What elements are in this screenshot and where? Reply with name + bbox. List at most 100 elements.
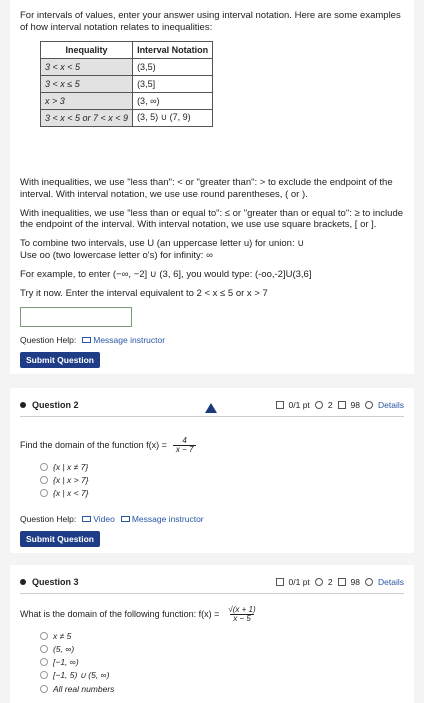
fraction: √(x + 1) x − 5 — [225, 604, 258, 623]
choice-label: x ≠ 5 — [53, 630, 72, 641]
envelope-icon — [82, 336, 92, 343]
video-link[interactable]: Video — [82, 514, 115, 524]
score-icon — [275, 577, 284, 586]
choice-label: {x | x > 7} — [53, 474, 89, 485]
choice-option[interactable]: (5, ∞) — [40, 644, 404, 654]
interval-cell: (3, ∞) — [132, 91, 214, 110]
inequality-cell: x > 3 — [39, 91, 134, 110]
choice-label: (5, ∞) — [53, 643, 75, 654]
numerator: 4 — [182, 435, 187, 445]
choice-option[interactable]: All real numbers — [40, 684, 404, 694]
choice-option[interactable]: x ≠ 5 — [40, 631, 404, 641]
inequality-cell: 3 < x < 5 — [39, 57, 134, 76]
score: 0/1 pt — [288, 576, 310, 587]
tries-icon — [337, 577, 346, 586]
interval-cell: (3,5] — [132, 74, 214, 93]
interval-cell: (3,5) — [132, 57, 214, 76]
envelope-icon — [120, 515, 130, 522]
video-label: Video — [93, 513, 115, 524]
choice-option[interactable]: [−1, 5) ∪ (5, ∞) — [40, 670, 404, 681]
radio-button[interactable] — [40, 657, 48, 666]
choice-label: {x | x < 7} — [53, 487, 89, 498]
question-3: Question 3 0/1 pt 2 98 Details What is t… — [10, 564, 414, 703]
tries: 98 — [350, 399, 361, 410]
choice-label: [−1, ∞) — [53, 656, 79, 667]
details-link[interactable]: Details — [378, 577, 404, 587]
instruction-exclude: With inequalities, we use "less than": <… — [20, 176, 393, 200]
intro-text: For intervals of values, enter your answ… — [20, 10, 401, 33]
score: 0/1 pt — [288, 399, 310, 410]
question-title-wrap: Question 3 — [20, 577, 79, 587]
bullet-icon — [20, 401, 26, 408]
choice-option[interactable]: {x | x ≠ 7} — [40, 462, 404, 472]
radio-button[interactable] — [40, 671, 48, 680]
tries: 98 — [350, 576, 361, 587]
submit-question-button[interactable]: Submit Question — [20, 530, 100, 547]
undo-icon — [314, 577, 323, 586]
table-row: x > 3 (3, ∞) — [39, 91, 214, 110]
question-title-wrap: Question 2 — [20, 400, 79, 410]
message-instructor-label: Message instructor — [131, 513, 204, 524]
question-meta: 0/1 pt 2 98 Details — [275, 399, 404, 410]
radio-button[interactable] — [40, 462, 48, 471]
help-label: Question Help: — [20, 513, 77, 524]
question-header: Question 3 0/1 pt 2 98 Details — [20, 573, 404, 594]
question-help: Question Help: Message instructor — [20, 335, 404, 345]
choice-option[interactable]: {x | x < 7} — [40, 488, 404, 498]
instruction-union: To combine two intervals, use U (an uppe… — [20, 238, 305, 250]
inequality-cell: 3 < x < 5 or 7 < x < 9 — [39, 108, 134, 127]
denominator: x − 7 — [172, 444, 197, 454]
info-icon — [365, 577, 374, 586]
score-icon — [275, 400, 284, 409]
interval-table: Inequality Interval Notation 3 < x < 5 (… — [39, 40, 214, 127]
page: For intervals of values, enter your answ… — [0, 0, 424, 703]
instruction-include: With inequalities, we use "less than or … — [20, 207, 404, 231]
details-link[interactable]: Details — [378, 400, 404, 410]
fraction: 4 x − 7 — [172, 435, 197, 454]
radio-button[interactable] — [40, 475, 48, 484]
instruction-try: Try it now. Enter the interval equivalen… — [20, 287, 268, 299]
choice-option[interactable]: {x | x > 7} — [40, 475, 404, 485]
header-inequality: Inequality — [39, 40, 134, 59]
tries-icon — [337, 400, 346, 409]
numerator: √(x + 1) — [228, 604, 256, 614]
prompt-text: What is the domain of the following func… — [20, 609, 220, 620]
interval-cell: (3, 5) ∪ (7, 9) — [132, 108, 214, 127]
table-row: 3 < x ≤ 5 (3,5] — [39, 74, 214, 93]
message-instructor-label: Message instructor — [93, 334, 166, 345]
table-row: 3 < x < 5 (3,5) — [39, 57, 214, 76]
question-meta: 0/1 pt 2 98 Details — [275, 576, 404, 587]
message-instructor-link[interactable]: Message instructor — [82, 335, 165, 345]
table-header-row: Inequality Interval Notation — [39, 40, 214, 59]
answer-input[interactable] — [20, 306, 132, 327]
radio-button[interactable] — [40, 684, 48, 693]
mouse-cursor-icon — [205, 403, 217, 413]
prompt-text: Find the domain of the function f(x) = — [20, 440, 167, 451]
question-help: Question Help: Video Message instructor — [20, 514, 404, 524]
info-icon — [365, 400, 374, 409]
inequality-cell: 3 < x ≤ 5 — [39, 74, 134, 93]
video-icon — [82, 515, 92, 522]
choice-label: [−1, 5) ∪ (5, ∞) — [53, 669, 110, 680]
table-row: 3 < x < 5 or 7 < x < 9 (3, 5) ∪ (7, 9) — [39, 108, 214, 127]
submit-question-button[interactable]: Submit Question — [20, 351, 100, 368]
instruction-example: For example, to enter (−∞, −2] ∪ (3, 6],… — [20, 269, 312, 280]
question-title: Question 3 — [32, 576, 79, 587]
question-prompt: What is the domain of the following func… — [20, 604, 404, 623]
attempts: 2 — [327, 576, 333, 587]
header-interval: Interval Notation — [132, 40, 214, 59]
help-label: Question Help: — [20, 334, 77, 345]
message-instructor-link[interactable]: Message instructor — [120, 513, 204, 524]
choice-label: {x | x ≠ 7} — [53, 461, 89, 472]
denominator: x − 5 — [230, 613, 254, 623]
question-title: Question 2 — [32, 399, 79, 410]
instruction-infinity: Use oo (two lowercase letter o's) for in… — [20, 250, 213, 262]
radio-button[interactable] — [40, 644, 48, 653]
radio-button[interactable] — [40, 631, 48, 640]
choice-option[interactable]: [−1, ∞) — [40, 657, 404, 667]
undo-icon — [314, 400, 323, 409]
radio-button[interactable] — [40, 488, 48, 497]
intro-section: For intervals of values, enter your answ… — [10, 0, 414, 374]
choice-label: All real numbers — [53, 683, 115, 694]
question-prompt: Find the domain of the function f(x) = 4… — [20, 435, 404, 454]
